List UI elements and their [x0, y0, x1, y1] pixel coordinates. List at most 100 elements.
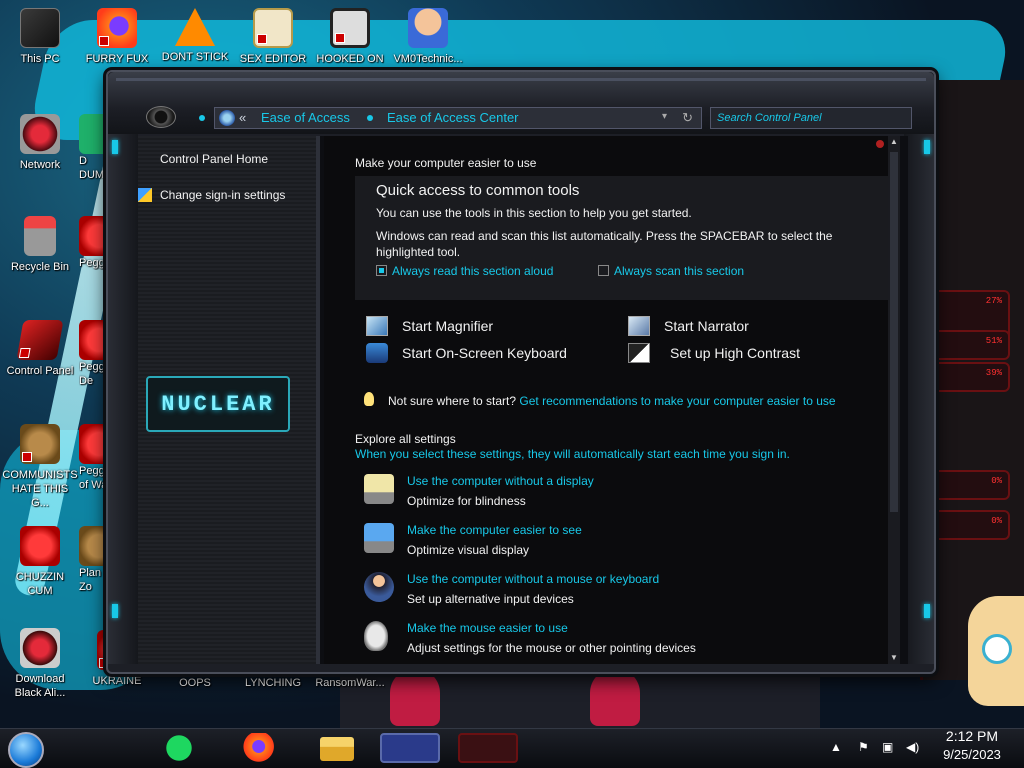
hex-editor-icon	[253, 8, 293, 48]
lightbulb-icon	[364, 392, 374, 406]
search-input[interactable]	[711, 108, 911, 128]
file-explorer-icon[interactable]	[320, 737, 354, 761]
money-bag-icon	[20, 424, 60, 464]
desktop-icon-lynching[interactable]: LYNCHING	[235, 676, 311, 690]
desktop-icon-network[interactable]: Network	[2, 114, 78, 172]
shield-icon	[138, 188, 152, 202]
setting-description: Optimize for blindness	[407, 494, 526, 508]
quick-access-section: Quick access to common tools You can use…	[355, 176, 889, 300]
wallpaper-readout: 51%	[930, 330, 1010, 360]
start-button[interactable]	[8, 732, 44, 768]
address-bar[interactable]: « Ease of Access Ease of Access Center ▾…	[214, 107, 702, 129]
keyboard-icon	[366, 343, 388, 363]
volume-icon[interactable]: ◀)	[906, 740, 919, 754]
desktop-icon-ransomwar[interactable]: RansomWar...	[312, 676, 388, 690]
spotify-icon[interactable]	[162, 733, 196, 763]
breadcrumb-overflow[interactable]: «	[239, 110, 246, 125]
control-panel-home-link[interactable]: Control Panel Home	[160, 152, 268, 166]
breadcrumb-separator-icon[interactable]	[367, 115, 373, 121]
theme-logo: NUCLEAR	[146, 376, 290, 432]
ease-of-access-window: « Ease of Access Ease of Access Center ▾…	[106, 70, 936, 674]
wallpaper-readout: 0%	[930, 470, 1010, 500]
magnifier-icon	[366, 316, 388, 336]
page-heading: Make your computer easier to use	[355, 156, 537, 170]
wallpaper-figure	[390, 668, 440, 726]
search-box[interactable]	[710, 107, 912, 129]
setting-easier-to-see[interactable]: Make the computer easier to see Optimize…	[364, 523, 844, 565]
network-tray-icon[interactable]: ▣	[882, 740, 893, 754]
scroll-up-icon[interactable]: ▲	[888, 136, 900, 148]
desktop-icon-communists[interactable]: COMMUNISTS HATE THIS G...	[2, 424, 78, 510]
refresh-icon[interactable]: ↻	[682, 110, 693, 126]
desktop-icon-recycle-bin[interactable]: Recycle Bin	[2, 216, 78, 274]
checkbox-checked-icon[interactable]	[376, 265, 387, 276]
breadcrumb-ease-of-access-center[interactable]: Ease of Access Center	[387, 110, 519, 125]
clock-time[interactable]: 2:12 PM	[940, 728, 1004, 744]
wallpaper-readout: 39%	[930, 362, 1010, 392]
setting-mouse-easier[interactable]: Make the mouse easier to use Adjust sett…	[364, 621, 844, 663]
scroll-down-icon[interactable]: ▼	[888, 652, 900, 664]
desktop-icon-chuzzin[interactable]: CHUZZIN CUM	[2, 526, 78, 598]
control-panel-icon	[16, 320, 64, 360]
content-pane: Make your computer easier to use Quick a…	[324, 136, 900, 664]
back-forward-button[interactable]	[146, 106, 176, 128]
control-panel-taskbar-button[interactable]	[380, 733, 440, 763]
desktop-icon-this-pc[interactable]: This PC	[2, 8, 78, 66]
vlc-cone-icon	[175, 8, 215, 46]
checkbox-unchecked-icon[interactable]	[598, 265, 609, 276]
setting-link[interactable]: Use the computer without a mouse or keyb…	[407, 572, 659, 586]
computer-icon	[20, 8, 60, 48]
desktop-icon-sex-editor[interactable]: SEX EDITOR	[235, 8, 311, 66]
setting-description: Adjust settings for the mouse or other p…	[407, 641, 696, 655]
breadcrumb-ease-of-access[interactable]: Ease of Access	[261, 110, 350, 125]
wallpaper-character	[968, 596, 1024, 706]
game-icon	[330, 8, 370, 48]
alien-icon	[20, 628, 60, 668]
quick-access-instructions: Windows can read and scan this list auto…	[376, 229, 833, 259]
always-scan-checkbox[interactable]: Always scan this section	[598, 264, 744, 278]
setting-link[interactable]: Make the mouse easier to use	[407, 621, 568, 635]
quick-access-description: You can use the tools in this section to…	[376, 206, 692, 220]
scrollbar-thumb[interactable]	[890, 152, 898, 512]
user-headset-icon	[364, 572, 394, 602]
app-taskbar-button[interactable]	[458, 733, 518, 763]
frame-light	[112, 140, 118, 154]
mouse-icon	[364, 621, 388, 651]
display-icon	[364, 523, 394, 553]
desktop-icon-furry-fux[interactable]: FURRY FUX	[79, 8, 155, 66]
quick-access-title: Quick access to common tools	[376, 182, 580, 199]
setting-link[interactable]: Use the computer without a display	[407, 474, 594, 488]
recommendation-tip: Not sure where to start? Get recommendat…	[388, 394, 836, 408]
flag-icon[interactable]: ⚑	[858, 740, 869, 754]
desktop-icon-vm0technic[interactable]: VM0Technic...	[390, 8, 466, 66]
high-contrast-icon	[628, 343, 650, 363]
desktop-icon-oops[interactable]: OOPS	[157, 676, 233, 690]
always-read-checkbox[interactable]: Always read this section aloud	[376, 264, 553, 278]
explore-settings-subtitle: When you select these settings, they wil…	[355, 447, 790, 461]
doctor-icon	[408, 8, 448, 48]
recycle-bin-icon	[24, 216, 56, 256]
setting-without-mouse-keyboard[interactable]: Use the computer without a mouse or keyb…	[364, 572, 844, 614]
setting-link[interactable]: Make the computer easier to see	[407, 523, 582, 537]
setting-without-display[interactable]: Use the computer without a display Optim…	[364, 474, 844, 516]
tray-app-icon[interactable]: ▲	[830, 740, 842, 754]
desktop-icon-hooked-on[interactable]: HOOKED ON	[312, 8, 388, 66]
desktop-icon-control-panel[interactable]: Control Panel	[2, 320, 78, 378]
window-body: Control Panel Home Change sign-in settin…	[138, 136, 908, 664]
clock-date[interactable]: 9/25/2023	[936, 747, 1008, 762]
vertical-scrollbar[interactable]: ▲ ▼	[888, 136, 900, 664]
firefox-taskbar-icon[interactable]	[240, 733, 274, 763]
theme-logo-text: NUCLEAR	[161, 391, 275, 417]
network-icon	[20, 114, 60, 154]
chevron-down-icon[interactable]: ▾	[662, 111, 667, 122]
desktop-icon-download-black[interactable]: Download Black Ali...	[2, 628, 78, 700]
monitor-icon	[364, 474, 394, 504]
window-frame-right	[904, 134, 934, 664]
firefox-icon	[97, 8, 137, 48]
control-panel-icon	[219, 110, 235, 126]
setting-description: Optimize visual display	[407, 543, 530, 557]
change-signin-settings-link[interactable]: Change sign-in settings	[160, 188, 285, 202]
recommendations-link[interactable]: Get recommendations to make your compute…	[519, 394, 835, 408]
window-frame-left	[108, 134, 138, 664]
desktop-icon-dont-stick[interactable]: DONT STICK	[157, 8, 233, 64]
